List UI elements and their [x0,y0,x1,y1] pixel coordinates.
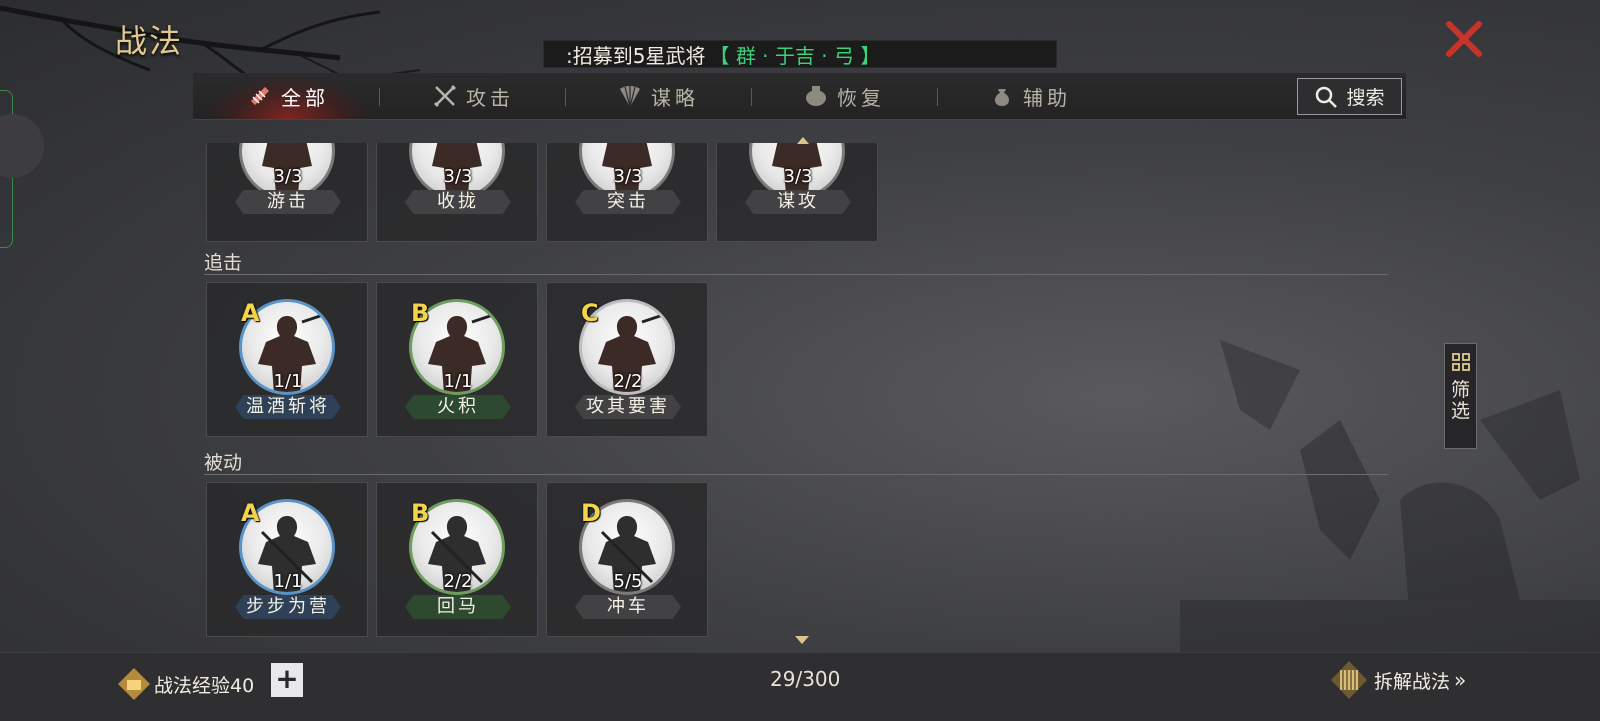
double-chevron-right-icon: » [1454,668,1466,692]
tactics-list[interactable]: 3/3 游击 3/3 收拢 3/3 突击 3/3 谋攻 追击 A 1/1 温酒斩… [190,143,1410,648]
close-button[interactable] [1443,18,1485,60]
tactic-card[interactable]: C 2/2 攻其要害 [546,282,708,437]
tactic-count: 3/3 [443,166,473,187]
section-divider [204,474,1388,475]
tab-divider [751,88,752,106]
tactic-card[interactable]: A 1/1 步步为营 [206,482,368,637]
tactic-name: 突击 [575,190,681,214]
tactic-card[interactable]: 3/3 收拢 [376,143,538,242]
exp-label: 战法经验40 [154,674,255,697]
tab-support[interactable]: 辅助 [945,73,1115,119]
side-activity-icon[interactable] [0,114,44,178]
filter-button[interactable]: 筛选 [1444,343,1477,449]
dismantle-icon [1331,661,1367,699]
tab-divider [937,88,938,106]
dismantle-tactic-button[interactable]: 拆解战法 » [1330,660,1466,700]
tactic-count: 1/1 [273,371,303,392]
tactic-card[interactable]: B 2/2 回马 [376,482,538,637]
tactic-card[interactable]: A 1/1 温酒斩将 [206,282,368,437]
tactic-count: 2/2 [613,371,643,392]
tactic-count-total: 29/300 [770,667,841,691]
tactic-card[interactable]: D 5/5 冲车 [546,482,708,637]
tactic-name: 收拢 [405,190,511,214]
close-icon [1446,21,1482,57]
grade-badge: A [241,299,260,327]
tab-all[interactable]: 全部 [203,73,373,119]
tactic-count: 3/3 [613,166,643,187]
tactic-name: 火积 [405,395,511,419]
tactic-name: 游击 [235,190,341,214]
grid-filter-icon [1451,353,1470,371]
filter-label: 筛选 [1450,379,1470,422]
tactic-name: 温酒斩将 [235,395,341,419]
tab-label: 全部 [281,85,329,110]
medicine-icon [806,86,826,106]
scroll-up-indicator [797,137,809,144]
search-button[interactable]: 搜索 [1297,78,1402,115]
tactic-name: 攻其要害 [575,395,681,419]
tactic-count: 2/2 [443,571,473,592]
tactic-card[interactable]: 3/3 游击 [206,143,368,242]
tactic-name: 步步为营 [235,595,341,619]
tab-divider [565,88,566,106]
tab-attack[interactable]: 攻击 [388,73,558,119]
grade-badge: D [581,499,601,527]
tab-label: 攻击 [466,85,514,110]
page-title: 战法 [115,22,184,60]
tactic-card[interactable]: 3/3 谋攻 [716,143,878,242]
tab-label: 辅助 [1023,85,1071,110]
fist-icon [118,668,150,700]
ticker-highlight: 【 群 · 于吉 · 弓 】 [709,43,881,68]
scroll-down-indicator [795,636,809,644]
tactic-name: 冲车 [575,595,681,619]
section-title-passive: 被动 [204,452,243,474]
tactic-count: 1/1 [443,371,473,392]
tactic-count: 1/1 [273,571,303,592]
tactic-count: 5/5 [613,571,643,592]
tab-divider [379,88,380,106]
section-title-pursuit: 追击 [204,252,243,274]
dismantle-label: 拆解战法 [1374,670,1451,693]
grade-badge: B [411,499,430,527]
tab-label: 谋略 [651,85,699,110]
announcement-ticker: :招募到5星武将 【 群 · 于吉 · 弓 】 [543,40,1057,68]
category-tab-bar: 全部 攻击 谋略 恢复 辅助 [193,73,1406,120]
tab-strategy[interactable]: 谋略 [573,73,743,119]
add-exp-button[interactable]: + [271,663,303,697]
search-icon [1316,86,1338,108]
tactic-name: 谋攻 [745,190,851,214]
tactic-card[interactable]: 3/3 突击 [546,143,708,242]
search-label: 搜索 [1346,87,1385,109]
grade-badge: B [411,299,430,327]
grade-badge: A [241,499,260,527]
tactic-count: 3/3 [273,166,303,187]
tactic-count: 3/3 [783,166,813,187]
grade-badge: C [581,299,599,327]
pouch-icon [994,89,1010,106]
section-divider [204,274,1388,275]
tactic-name: 回马 [405,595,511,619]
tactic-card[interactable]: B 1/1 火积 [376,282,538,437]
tab-label: 恢复 [837,85,885,110]
tactic-exp: 战法经验40 [116,666,254,702]
tab-recovery[interactable]: 恢复 [759,73,929,119]
fan-icon [620,86,640,108]
crossed-swords-icon [433,84,457,108]
scroll-icon [251,87,269,105]
ticker-text: :招募到5星武将 [566,43,706,68]
